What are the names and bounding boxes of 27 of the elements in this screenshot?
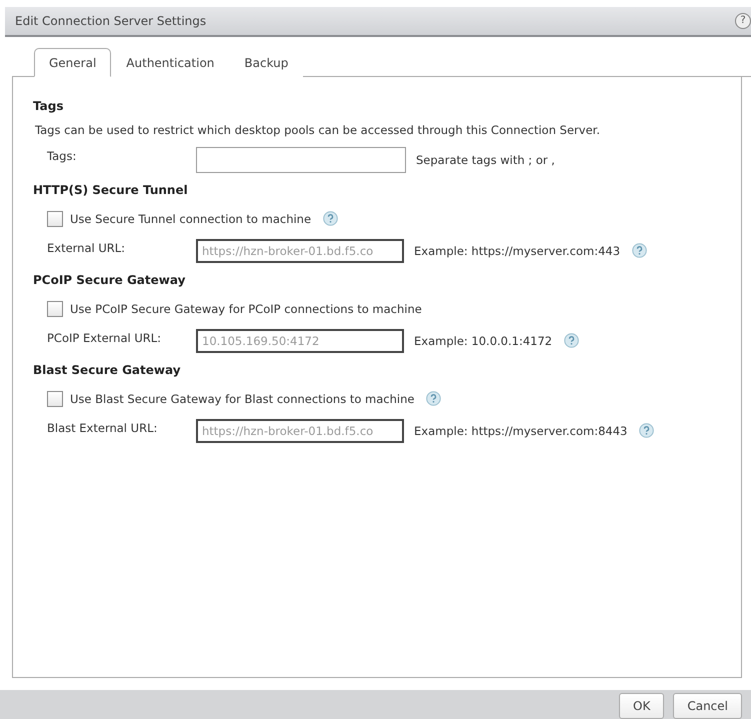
section-heading: Blast Secure Gateway — [33, 362, 182, 377]
field-label: Tags: — [47, 148, 78, 163]
checkbox-label: Use Secure Tunnel connection to machine — [70, 212, 312, 226]
section-heading: Tags — [33, 98, 64, 113]
input-field[interactable] — [196, 146, 406, 173]
help-icon[interactable] — [426, 391, 442, 406]
tab[interactable]: General — [34, 48, 112, 77]
checkbox-label: Use Blast Secure Gateway for Blast connections to machine — [70, 392, 414, 406]
field-label: External URL: — [47, 240, 126, 255]
window-title: Edit Connection Server Settings — [15, 14, 206, 28]
field-hint: Example: 10.0.0.1:4172 — [414, 334, 552, 348]
field-label: PCoIP External URL: — [47, 330, 162, 345]
field-hint: Example: https://myserver.com:443 — [414, 244, 620, 258]
ok-button[interactable]: OK — [619, 693, 664, 719]
checkbox[interactable] — [47, 300, 63, 317]
checkbox[interactable] — [47, 390, 63, 407]
field-hint: Example: https://myserver.com:8443 — [414, 424, 628, 438]
section-description: Tags can be used to restrict which desktop pools can be accessed through this Connection Server. — [35, 122, 601, 137]
checkbox-label: Use PCoIP Secure Gateway for PCoIP connections to machine — [70, 302, 422, 316]
help-icon[interactable] — [323, 211, 338, 226]
cancel-button[interactable]: Cancel — [673, 693, 742, 719]
checkbox[interactable] — [47, 210, 63, 227]
section-heading: HTTP(S) Secure Tunnel — [33, 182, 189, 197]
field-label: Blast External URL: — [47, 420, 158, 435]
section-heading: PCoIP Secure Gateway — [33, 272, 186, 287]
field-hint: Separate tags with ; or , — [416, 152, 555, 167]
help-button[interactable]: ? — [735, 12, 751, 29]
